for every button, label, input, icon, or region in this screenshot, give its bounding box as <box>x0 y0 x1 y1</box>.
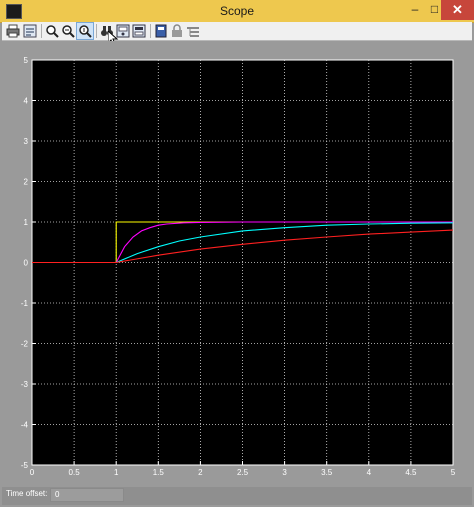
time-offset-field: 0 <box>50 488 124 502</box>
parameters-icon[interactable] <box>23 24 37 38</box>
toolbar-separator <box>41 24 42 38</box>
y-tick-label: -1 <box>21 299 29 308</box>
time-offset-label: Time offset: <box>6 489 48 498</box>
x-tick-label: 1.5 <box>153 468 165 477</box>
y-tick-label: 3 <box>24 137 29 146</box>
plot-canvas: 0 0.5 1 1.5 2 2.5 3 3.5 4 4.5 5 -5 -4 -3 -2 -1 0 1 2 3 4 5 <box>0 41 474 487</box>
y-tick-label: -4 <box>21 421 29 430</box>
toolbar-separator <box>96 24 97 38</box>
x-tick-label: 3.5 <box>321 468 333 477</box>
x-tick-label: 4 <box>367 468 372 477</box>
scope-window: Scope – □ ✕ 0 0.5 1 1.5 2 2.5 3 3.5 4 4.… <box>0 0 474 507</box>
close-button[interactable]: ✕ <box>441 0 474 20</box>
y-tick-label: -3 <box>21 380 29 389</box>
x-tick-label: 3 <box>282 468 287 477</box>
y-tick-label: 0 <box>24 259 29 268</box>
y-tick-label: 1 <box>24 218 29 227</box>
title-bar[interactable]: Scope – □ ✕ <box>0 0 474 23</box>
status-bar: Time offset: 0 <box>2 487 472 505</box>
toolbar-separator <box>150 24 151 38</box>
print-icon[interactable] <box>6 24 20 38</box>
x-tick-label: 0.5 <box>69 468 81 477</box>
x-tick-label: 1 <box>114 468 119 477</box>
x-tick-label: 4.5 <box>405 468 417 477</box>
scope-plot[interactable]: 0 0.5 1 1.5 2 2.5 3 3.5 4 4.5 5 -5 -4 -3 -2 -1 0 1 2 3 4 5 <box>0 41 474 487</box>
x-tick-label: 2 <box>198 468 203 477</box>
minimize-button[interactable]: – <box>402 0 428 20</box>
y-tick-label: 5 <box>24 56 29 65</box>
floating-scope-icon[interactable] <box>154 24 168 38</box>
x-tick-label: 2.5 <box>237 468 249 477</box>
x-tick-label: 5 <box>451 468 456 477</box>
y-tick-label: -5 <box>21 461 29 470</box>
toolbar <box>2 22 472 41</box>
signal-selection-icon[interactable] <box>186 24 200 38</box>
restore-axes-icon[interactable] <box>132 24 146 38</box>
zoom-x-icon[interactable] <box>61 24 75 38</box>
y-tick-label: -2 <box>21 340 29 349</box>
maximize-button[interactable]: □ <box>428 0 441 20</box>
time-offset-value: 0 <box>55 490 60 499</box>
zoom-icon[interactable] <box>45 24 59 38</box>
x-tick-label: 0 <box>30 468 35 477</box>
y-tick-label: 2 <box>24 178 29 187</box>
y-tick-label: 4 <box>24 97 29 106</box>
zoom-y-icon[interactable] <box>78 24 92 38</box>
lock-axes-icon[interactable] <box>170 24 184 38</box>
